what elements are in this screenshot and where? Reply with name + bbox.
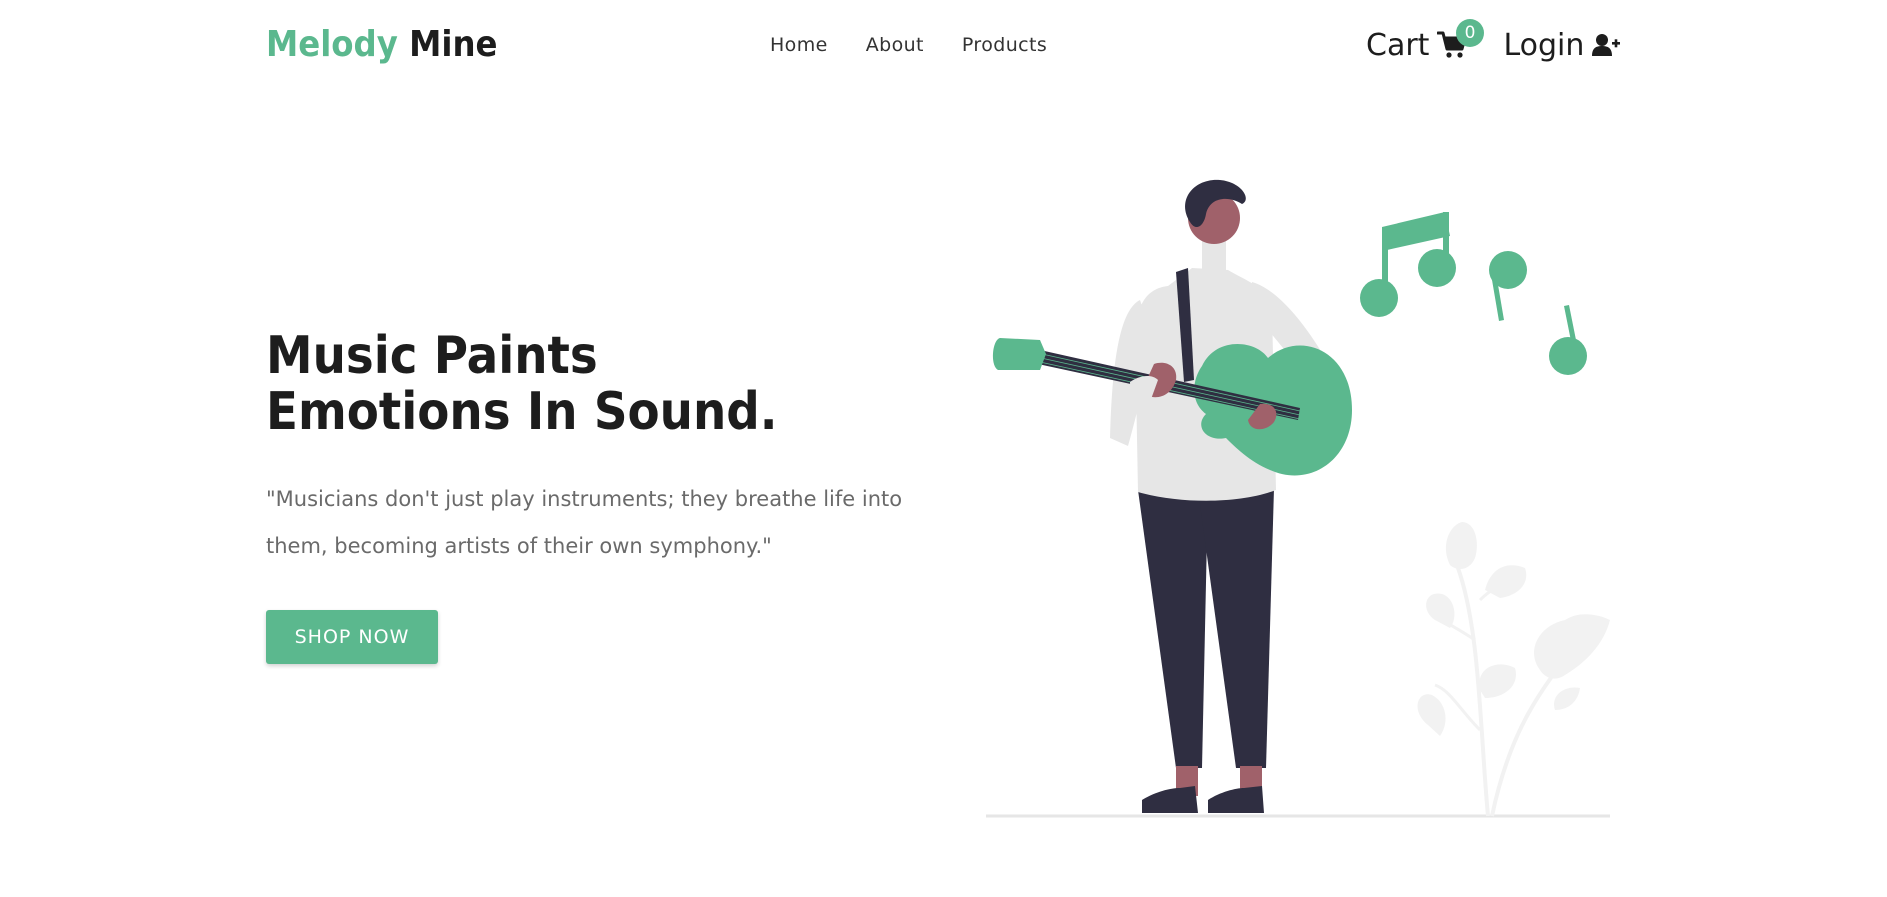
login-button[interactable]: Login [1503,27,1621,63]
figure-legs [1138,488,1274,768]
nav-links: Home About Products [770,30,1047,60]
user-plus-icon [1592,34,1621,56]
cart-button[interactable]: Cart [1366,28,1467,63]
cart-label: Cart [1366,27,1430,63]
nav-link-home[interactable]: Home [770,30,828,60]
hero-quote: "Musicians don't just play instruments; … [266,487,903,558]
shop-now-button[interactable]: SHOP NOW [266,610,438,664]
nav-link-about[interactable]: About [866,30,924,60]
brand-name-part1: Melody [266,24,398,65]
cart-count-badge: 0 [1456,19,1484,47]
music-notes [1360,212,1587,375]
hero-title: Music Paints Emotions In Sound. [266,328,778,440]
login-label: Login [1503,27,1585,63]
hero-title-line2: Emotions In Sound. [266,382,778,442]
hero-title-line1: Music Paints [266,326,598,386]
nav-link-products[interactable]: Products [962,30,1047,60]
plant-decoration [1417,522,1610,817]
guitarist-illustration [986,179,1610,818]
brand-name-part2: Mine [409,24,498,65]
nav-actions: Cart Login [1366,24,1621,66]
navbar: Melody Mine Home About Products Cart Log… [0,0,1887,88]
brand-logo[interactable]: Melody Mine [266,22,498,68]
